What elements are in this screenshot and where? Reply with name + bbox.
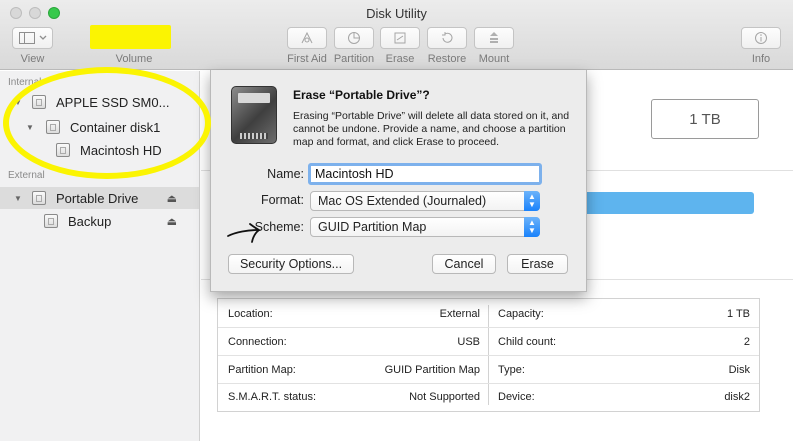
highlight-annotation: [90, 25, 171, 49]
window-title: Disk Utility: [366, 6, 427, 21]
smart-status-value: Not Supported: [409, 391, 480, 403]
first-aid-label: First Aid: [287, 53, 327, 65]
disk-icon: [44, 214, 58, 228]
partition-button[interactable]: [334, 27, 374, 49]
disk-icon: [32, 191, 46, 205]
eject-icon[interactable]: ⏏: [167, 215, 177, 228]
first-aid-icon: [301, 31, 313, 44]
usage-bar: [560, 192, 754, 214]
row-separator: [218, 355, 759, 356]
partition-label: Partition: [333, 53, 375, 65]
capacity-display: 1 TB: [651, 99, 759, 139]
capacity-value: 1 TB: [726, 308, 750, 320]
child-count-label: Child count:: [498, 336, 557, 348]
row-separator: [218, 327, 759, 328]
sidebar-view-icon: [18, 32, 35, 44]
format-select[interactable]: Mac OS Extended (Journaled) ▲ ▼: [310, 191, 540, 211]
security-options-button[interactable]: Security Options...: [228, 254, 354, 274]
info-button[interactable]: [741, 27, 781, 49]
mount-label: Mount: [478, 53, 510, 65]
eject-icon[interactable]: ⏏: [167, 192, 177, 205]
child-count-value: 2: [743, 336, 750, 348]
partition-map-value: GUID Partition Map: [384, 364, 480, 376]
device-value: disk2: [724, 391, 750, 403]
partition-map-label: Partition Map:: [228, 364, 296, 376]
smart-status-label: S.M.A.R.T. status:: [228, 391, 317, 403]
volume-label: Volume: [115, 53, 153, 65]
cancel-button[interactable]: Cancel: [432, 254, 496, 274]
erase-toolbar-button[interactable]: [380, 27, 420, 49]
mount-icon: [490, 32, 498, 43]
chevron-down-icon: [39, 35, 46, 40]
sidebar-item-portable-drive[interactable]: ▼ Portable Drive ⏏: [0, 187, 199, 209]
location-value: External: [439, 308, 480, 320]
mount-button[interactable]: [474, 27, 514, 49]
up-down-arrows-icon: ▲ ▼: [524, 217, 540, 237]
erase-toolbar-label: Erase: [385, 53, 415, 65]
sidebar-item-label: Portable Drive: [56, 190, 139, 206]
location-label: Location:: [228, 308, 273, 320]
row-separator: [218, 383, 759, 384]
name-label: Name:: [267, 167, 304, 181]
view-label: View: [20, 53, 45, 65]
type-value: Disk: [728, 364, 750, 376]
format-label: Format:: [260, 193, 304, 207]
device-label: Device:: [498, 391, 535, 403]
partition-icon: [348, 32, 360, 44]
name-field[interactable]: [308, 163, 542, 185]
disclosure-triangle-icon[interactable]: ▼: [12, 194, 24, 203]
erase-icon: [394, 32, 406, 44]
restore-button[interactable]: [427, 27, 467, 49]
arrow-annotation-icon: [227, 223, 261, 243]
connection-value: USB: [457, 336, 480, 348]
restore-label: Restore: [427, 53, 467, 65]
up-down-arrows-icon: ▲ ▼: [524, 191, 540, 211]
highlight-circle-annotation: [3, 67, 211, 179]
info-icon: [755, 32, 767, 44]
connection-label: Connection:: [228, 336, 287, 348]
view-button[interactable]: [12, 27, 53, 49]
type-label: Type:: [498, 364, 525, 376]
first-aid-button[interactable]: [287, 27, 327, 49]
sidebar-item-label: Backup: [68, 213, 112, 229]
capacity-label: Capacity:: [498, 308, 544, 320]
info-table: Location: External Capacity: 1 TB Connec…: [217, 298, 760, 412]
format-select-value: Mac OS Extended (Journaled): [318, 194, 487, 208]
scheme-select-value: GUID Partition Map: [318, 220, 427, 234]
sidebar-section-external: External: [8, 170, 45, 181]
hard-drive-icon: [231, 86, 277, 144]
dialog-message: Erasing “Portable Drive” will delete all…: [293, 110, 570, 148]
restore-icon: [442, 32, 453, 43]
scheme-select[interactable]: GUID Partition Map ▲ ▼: [310, 217, 540, 237]
erase-button[interactable]: Erase: [507, 254, 568, 274]
sidebar-item-backup[interactable]: Backup ⏏: [0, 210, 199, 232]
dialog-title: Erase “Portable Drive”?: [293, 88, 430, 102]
info-label: Info: [751, 53, 771, 65]
